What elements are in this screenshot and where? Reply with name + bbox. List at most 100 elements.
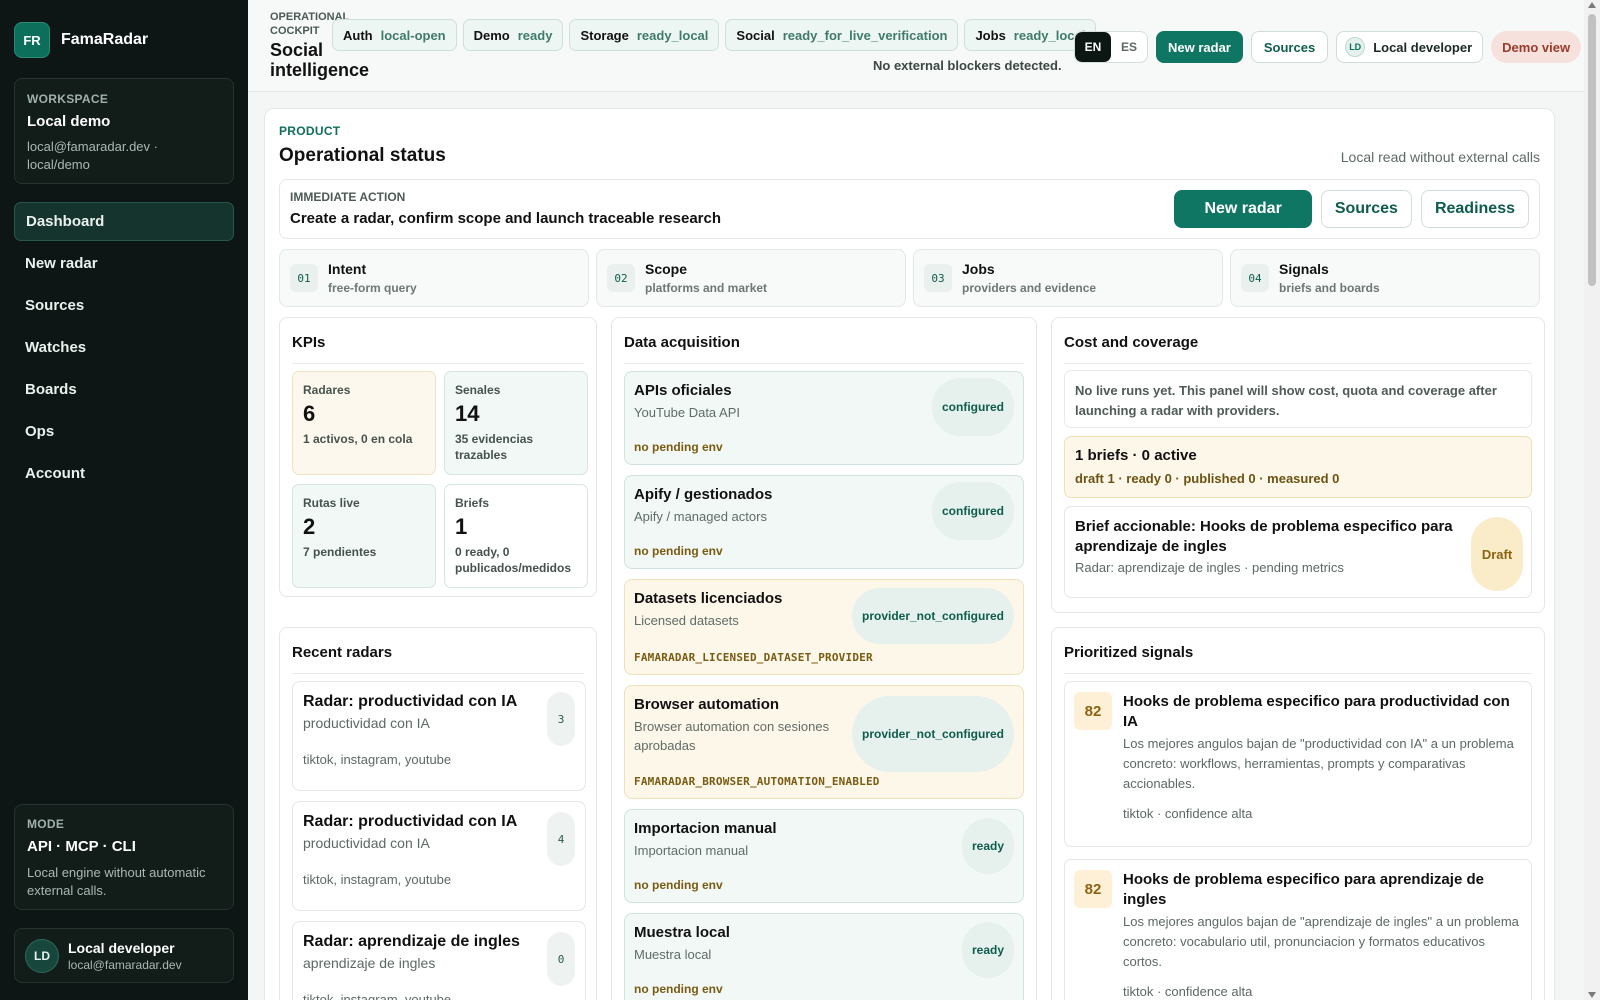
radar-count-badge: 0 — [547, 932, 575, 986]
sidebar-nav: Dashboard New radar Sources Watches Boar… — [14, 202, 234, 496]
panel-title: KPIs — [292, 334, 326, 351]
source-card-apify[interactable]: Apify / gestionados Apify / managed acto… — [624, 475, 1024, 569]
chip-value: ready — [517, 27, 553, 43]
brand-logo: FR — [14, 22, 50, 58]
sidebar-item-account[interactable]: Account — [14, 454, 234, 493]
kpi-subtitle: 1 activos, 0 en cola — [303, 432, 413, 446]
sidebar-item-sources[interactable]: Sources — [14, 286, 234, 325]
step-number: 01 — [290, 264, 318, 292]
kpi-card-radares: Radares 6 1 activos, 0 en cola — [292, 371, 436, 475]
panel-title: Prioritized signals — [1064, 644, 1194, 661]
signal-card[interactable]: 82 Hooks de problema especifico para apr… — [1064, 859, 1532, 1000]
product-eyebrow: PRODUCT — [279, 124, 341, 138]
user-email: local@famaradar.dev — [68, 957, 182, 972]
source-env: no pending env — [634, 544, 723, 558]
signal-score: 82 — [1074, 692, 1112, 730]
step-subtitle: briefs and boards — [1279, 281, 1380, 295]
lang-en-button[interactable]: EN — [1075, 32, 1111, 62]
kpi-label: Radares — [303, 383, 351, 397]
status-badge: configured — [932, 378, 1014, 436]
signal-card[interactable]: 82 Hooks de problema especifico para pro… — [1064, 681, 1532, 847]
source-name: Datasets licenciados — [634, 590, 783, 607]
radar-card[interactable]: Radar: aprendizaje de ingles aprendizaje… — [292, 921, 586, 1000]
avatar: LD — [25, 938, 59, 973]
cost-coverage-panel: Cost and coverage No live runs yet. This… — [1051, 317, 1545, 613]
signal-platform: tiktok · confidence alta — [1123, 984, 1253, 999]
status-badge: provider_not_configured — [851, 588, 1014, 644]
status-badge: configured — [932, 482, 1014, 540]
source-env: FAMARADAR_BROWSER_AUTOMATION_ENABLED — [634, 775, 880, 788]
status-chip-storage: Storage ready_local — [569, 19, 720, 51]
scroll-up-icon[interactable] — [1588, 2, 1596, 8]
kpi-subtitle: 7 pendientes — [303, 545, 377, 559]
kpi-value: 6 — [303, 401, 316, 426]
action-buttons: New radar Sources Readiness — [1174, 190, 1529, 228]
radar-topic: aprendizaje de ingles — [303, 955, 436, 971]
step-jobs: 03 Jobs providers and evidence — [913, 249, 1223, 307]
source-env: no pending env — [634, 440, 723, 454]
source-card-browser-automation[interactable]: Browser automation Browser automation co… — [624, 685, 1024, 799]
sidebar-item-new-radar[interactable]: New radar — [14, 244, 234, 283]
kpi-value: 14 — [455, 401, 480, 426]
source-name: Importacion manual — [634, 820, 777, 837]
brief-card[interactable]: Brief accionable: Hooks de problema espe… — [1064, 506, 1532, 598]
scroll-down-icon[interactable] — [1588, 992, 1596, 998]
immediate-action-bar: IMMEDIATE ACTION Create a radar, confirm… — [279, 179, 1540, 239]
main-content: PRODUCT Operational status Local read wi… — [264, 108, 1555, 1000]
source-description: Apify / managed actors — [634, 509, 767, 524]
signal-score: 82 — [1074, 870, 1112, 908]
kpis-panel: KPIs Radares 6 1 activos, 0 en cola Sena… — [279, 317, 597, 597]
sidebar-item-boards[interactable]: Boards — [14, 370, 234, 409]
sources-button[interactable]: Sources — [1320, 190, 1412, 228]
kpi-subtitle: 0 ready, 0 publicados/medidos — [455, 545, 572, 575]
source-description: Muestra local — [634, 947, 712, 962]
readiness-button[interactable]: Readiness — [1420, 190, 1529, 228]
mode-title: API · MCP · CLI — [27, 838, 136, 855]
source-card-datasets[interactable]: Datasets licenciados Licensed datasets F… — [624, 579, 1024, 675]
sidebar-item-dashboard[interactable]: Dashboard — [14, 202, 234, 241]
page-scrollbar[interactable] — [1584, 0, 1600, 1000]
status-chip-demo: Demo ready — [462, 19, 564, 51]
source-card-apis-oficiales[interactable]: APIs oficiales YouTube Data API no pendi… — [624, 371, 1024, 465]
step-subtitle: free-form query — [328, 281, 417, 295]
workspace-card[interactable]: WORKSPACE Local demo local@famaradar.dev… — [14, 78, 234, 184]
source-env: FAMARADAR_LICENSED_DATASET_PROVIDER — [634, 651, 873, 664]
user-card[interactable]: LD Local developer local@famaradar.dev — [14, 928, 234, 983]
radar-card[interactable]: Radar: productividad con IA productivida… — [292, 681, 586, 791]
signal-title: Hooks de problema especifico para produc… — [1123, 693, 1510, 730]
new-radar-button[interactable]: New radar — [1156, 31, 1243, 63]
blockers-status: No external blockers detected. — [873, 58, 1062, 73]
briefs-summary-title: 1 briefs · 0 active — [1075, 447, 1197, 464]
radar-card[interactable]: Radar: productividad con IA productivida… — [292, 801, 586, 911]
sidebar-item-ops[interactable]: Ops — [14, 412, 234, 451]
status-badge: ready — [961, 818, 1014, 874]
sources-button[interactable]: Sources — [1250, 31, 1329, 63]
workspace-subtitle: local@famaradar.dev · local/demo — [27, 139, 158, 172]
radar-title: Radar: productividad con IA — [303, 813, 518, 830]
demo-view-badge[interactable]: Demo view — [1491, 31, 1582, 63]
step-number: 04 — [1241, 264, 1269, 292]
kpi-card-briefs: Briefs 1 0 ready, 0 publicados/medidos — [444, 484, 588, 588]
new-radar-button[interactable]: New radar — [1174, 190, 1312, 228]
step-subtitle: providers and evidence — [962, 281, 1097, 295]
brand[interactable]: FR FamaRadar — [14, 22, 148, 58]
radar-title: Radar: aprendizaje de ingles — [303, 933, 520, 950]
scrollbar-thumb[interactable] — [1588, 14, 1596, 286]
kpi-card-senales: Senales 14 35 evidencias trazables — [444, 371, 588, 475]
step-intent: 01 Intent free-form query — [279, 249, 589, 307]
divider — [624, 363, 1024, 364]
sidebar-item-watches[interactable]: Watches — [14, 328, 234, 367]
radar-count-badge: 4 — [547, 812, 575, 866]
source-card-importacion-manual[interactable]: Importacion manual Importacion manual no… — [624, 809, 1024, 903]
radar-topic: productividad con IA — [303, 835, 430, 851]
step-scope: 02 Scope platforms and market — [596, 249, 906, 307]
step-subtitle: platforms and market — [645, 281, 768, 295]
source-card-muestra-local[interactable]: Muestra local Muestra local no pending e… — [624, 913, 1024, 1000]
status-chips: Auth local-open Demo ready Storage ready_lo… — [332, 19, 1097, 51]
status-badge: ready — [961, 922, 1014, 978]
avatar: LD — [1345, 37, 1366, 57]
lang-es-button[interactable]: ES — [1111, 32, 1147, 62]
signal-description: Los mejores angulos bajan de "productivi… — [1123, 736, 1514, 791]
signal-title: Hooks de problema especifico para aprend… — [1123, 871, 1484, 908]
user-menu-button[interactable]: LD Local developer — [1336, 31, 1484, 63]
